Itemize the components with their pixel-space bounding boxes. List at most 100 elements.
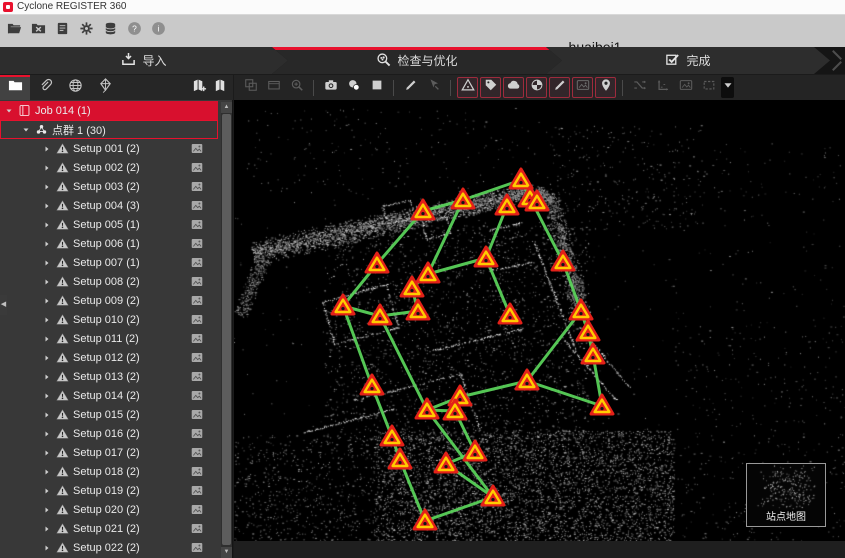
caret-right-tree-icon[interactable] [42, 144, 52, 154]
image-thumb-icon[interactable] [190, 351, 204, 364]
caret-right-tree-icon[interactable] [42, 258, 52, 268]
color-mode-button[interactable] [343, 77, 364, 98]
caret-right-tree-icon[interactable] [42, 524, 52, 534]
show-clouds-toggle[interactable] [503, 77, 524, 98]
caret-right-tree-icon[interactable] [42, 505, 52, 515]
caret-right-tree-icon[interactable] [42, 334, 52, 344]
caret-right-tree-icon[interactable] [42, 543, 52, 553]
image-thumb-icon[interactable] [190, 541, 204, 554]
caret-right-tree-icon[interactable] [42, 486, 52, 496]
caret-right-tree-icon[interactable] [42, 277, 52, 287]
tree-setup-row-005[interactable]: Setup 005 (1) [0, 215, 218, 234]
tree-setup-row-015[interactable]: Setup 015 (2) [0, 405, 218, 424]
show-targets-toggle[interactable] [526, 77, 547, 98]
setup-marker-016[interactable] [575, 319, 601, 343]
setup-marker-024[interactable] [379, 424, 405, 448]
tree-scrollbar[interactable]: ▲ ▼ [221, 102, 232, 558]
show-images-toggle[interactable] [572, 77, 593, 98]
open-project-button[interactable] [5, 22, 23, 40]
caret-right-tree-icon[interactable] [42, 182, 52, 192]
tab-web[interactable] [60, 75, 90, 100]
setup-marker-018[interactable] [359, 373, 385, 397]
panel-collapse-handle[interactable]: ◀ [0, 295, 7, 315]
setup-marker-014[interactable] [497, 302, 523, 326]
setup-marker-003[interactable] [494, 193, 520, 217]
image-thumb-icon[interactable] [190, 275, 204, 288]
caret-right-tree-icon[interactable] [42, 391, 52, 401]
tab-project-explorer[interactable] [0, 75, 30, 100]
tree-setup-row-017[interactable]: Setup 017 (2) [0, 443, 218, 462]
show-geotags-toggle[interactable] [595, 77, 616, 98]
image-thumb-icon[interactable] [190, 465, 204, 478]
image-thumb-icon[interactable] [190, 522, 204, 535]
image-thumb-icon[interactable] [190, 446, 204, 459]
tab-attachments[interactable] [30, 75, 60, 100]
caret-down-tree-icon[interactable] [4, 106, 14, 116]
tree-setup-row-013[interactable]: Setup 013 (2) [0, 367, 218, 386]
close-project-button[interactable] [29, 22, 47, 40]
tab-sitemap[interactable] [90, 75, 120, 100]
image-thumb-icon[interactable] [190, 408, 204, 421]
tree-setup-row-010[interactable]: Setup 010 (2) [0, 310, 218, 329]
scroll-down-arrow-icon[interactable]: ▼ [221, 547, 232, 558]
report-button[interactable] [53, 22, 71, 40]
setup-marker-029[interactable] [412, 508, 438, 532]
tree-setup-row-016[interactable]: Setup 016 (2) [0, 424, 218, 443]
workflow-tab-review[interactable]: 检查与优化 [272, 47, 562, 74]
bundle-button[interactable] [211, 79, 229, 97]
tree-setup-row-003[interactable]: Setup 003 (2) [0, 177, 218, 196]
fill-mode-button[interactable] [366, 77, 387, 98]
image-thumb-icon[interactable] [190, 427, 204, 440]
setup-marker-005[interactable] [410, 198, 436, 222]
tree-setup-row-009[interactable]: Setup 009 (2) [0, 291, 218, 310]
show-annotations-toggle[interactable] [549, 77, 570, 98]
caret-right-tree-icon[interactable] [42, 467, 52, 477]
image-thumb-icon[interactable] [190, 370, 204, 383]
tree-setup-row-007[interactable]: Setup 007 (1) [0, 253, 218, 272]
tree-setup-row-004[interactable]: Setup 004 (3) [0, 196, 218, 215]
site-map-panel[interactable]: 站点地图 [746, 463, 826, 527]
setup-marker-021[interactable] [414, 397, 440, 421]
setup-marker-011[interactable] [330, 293, 356, 317]
point-cloud-viewport[interactable]: 站点地图 [234, 100, 845, 541]
setup-marker-010[interactable] [399, 275, 425, 299]
setup-marker-019[interactable] [514, 368, 540, 392]
tree-job-row[interactable]: Job 014 (1) [0, 101, 218, 120]
workflow-tab-import[interactable]: 导入 [0, 47, 288, 74]
help-button[interactable]: ? [125, 22, 143, 40]
selection-mode-caret[interactable] [721, 77, 734, 98]
image-thumb-icon[interactable] [190, 389, 204, 402]
caret-right-tree-icon[interactable] [42, 239, 52, 249]
about-button[interactable]: i [149, 22, 167, 40]
image-thumb-icon[interactable] [190, 294, 204, 307]
tree-cluster-row[interactable]: 点群 1 (30) [0, 120, 218, 139]
tree-setup-row-006[interactable]: Setup 006 (1) [0, 234, 218, 253]
caret-right-tree-icon[interactable] [42, 163, 52, 173]
caret-right-tree-icon[interactable] [42, 448, 52, 458]
tree-setup-row-002[interactable]: Setup 002 (2) [0, 158, 218, 177]
setup-marker-028[interactable] [480, 484, 506, 508]
setup-marker-026[interactable] [462, 439, 488, 463]
tree-setup-row-001[interactable]: Setup 001 (2) [0, 139, 218, 158]
setup-marker-023[interactable] [589, 393, 615, 417]
workflow-tab-finalize[interactable]: 完成 [546, 47, 830, 74]
show-setups-toggle[interactable] [457, 77, 478, 98]
caret-right-tree-icon[interactable] [42, 353, 52, 363]
scroll-up-arrow-icon[interactable]: ▲ [221, 102, 232, 113]
tree-setup-row-012[interactable]: Setup 012 (2) [0, 348, 218, 367]
tree-setup-row-021[interactable]: Setup 021 (2) [0, 519, 218, 538]
annotate-pen-button[interactable] [400, 77, 421, 98]
image-thumb-icon[interactable] [190, 503, 204, 516]
setup-marker-008[interactable] [473, 245, 499, 269]
image-thumb-icon[interactable] [190, 237, 204, 250]
caret-right-tree-icon[interactable] [42, 201, 52, 211]
setup-marker-027[interactable] [433, 451, 459, 475]
caret-down-tree-icon[interactable] [21, 125, 31, 135]
setup-marker-012[interactable] [367, 303, 393, 327]
image-thumb-icon[interactable] [190, 484, 204, 497]
setup-marker-025[interactable] [387, 447, 413, 471]
tree-setup-row-011[interactable]: Setup 011 (2) [0, 329, 218, 348]
setup-marker-030[interactable] [524, 189, 550, 213]
caret-right-tree-icon[interactable] [42, 315, 52, 325]
tree-setup-row-019[interactable]: Setup 019 (2) [0, 481, 218, 500]
